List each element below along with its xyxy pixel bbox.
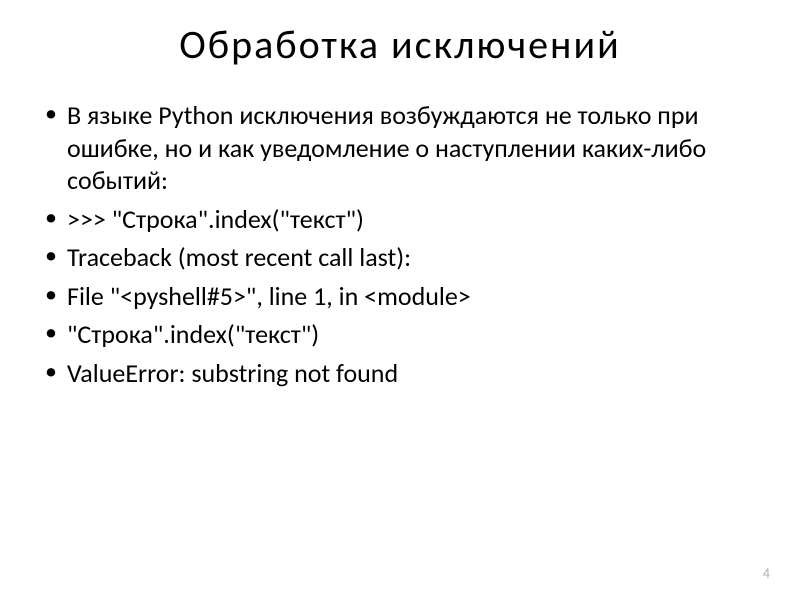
- bullet-item: File "<pyshell#5>", line 1, in <module>: [45, 280, 760, 313]
- page-number: 4: [763, 565, 770, 582]
- bullet-list: В языке Python исключения возбуждаются н…: [40, 99, 760, 389]
- bullet-item: ValueError: substring not found: [45, 357, 760, 390]
- bullet-item: >>> "Строка".index("текст"): [45, 203, 760, 236]
- bullet-item: В языке Python исключения возбуждаются н…: [45, 99, 760, 197]
- bullet-item: Traceback (most recent call last):: [45, 241, 760, 274]
- bullet-item: "Строка".index("текст"): [45, 318, 760, 351]
- slide-title: Обработка исключений: [40, 20, 760, 69]
